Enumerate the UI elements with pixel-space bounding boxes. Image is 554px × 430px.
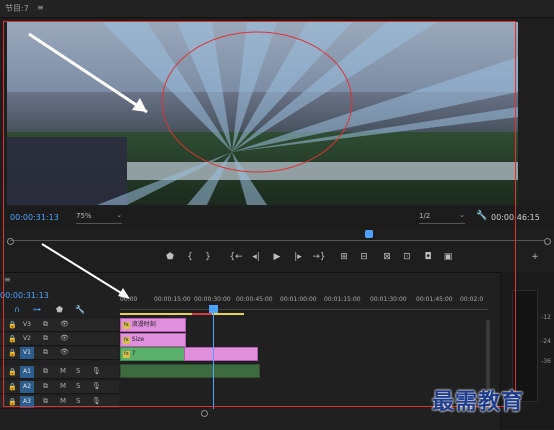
watermark-text: 最需教育 — [432, 389, 525, 415]
highlight-selection-box — [3, 21, 516, 407]
